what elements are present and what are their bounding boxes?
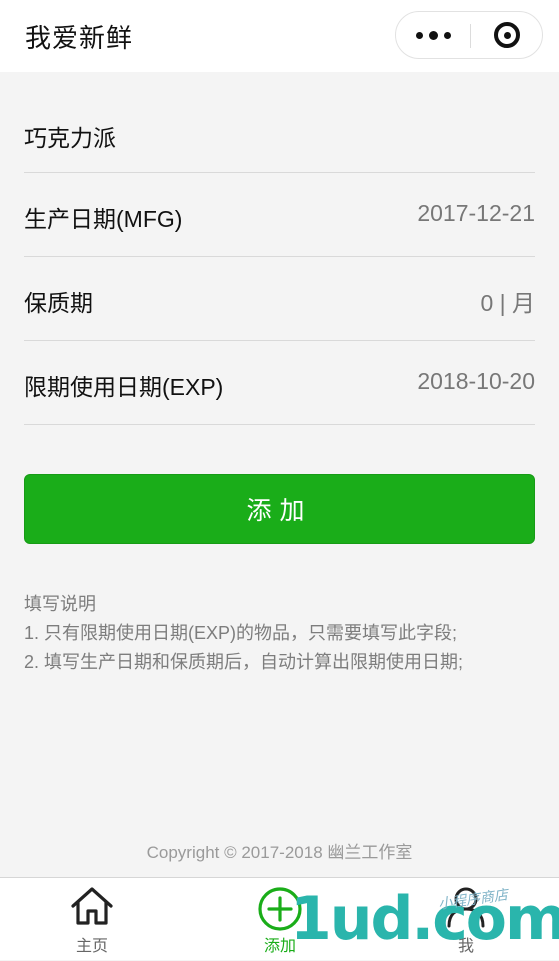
instructions-title: 填写说明 — [24, 594, 96, 614]
target-close-icon[interactable] — [471, 12, 543, 58]
mfg-date-label: 生产日期(MFG) — [24, 206, 183, 232]
mfg-date-picker[interactable]: 2017-12-21 — [417, 200, 535, 227]
mfg-date-row[interactable]: 生产日期(MFG) 2017-12-21 — [24, 173, 535, 257]
navigation-bar: 我爱新鲜 — [0, 0, 559, 72]
copyright-text: Copyright © 2017-2018 幽兰工作室 — [146, 843, 413, 862]
exp-date-label: 限期使用日期(EXP) — [24, 374, 224, 400]
tab-add[interactable]: 添加 — [220, 878, 340, 961]
item-name-input[interactable]: 巧克力派 — [24, 119, 116, 153]
item-name-row[interactable]: 巧克力派 — [24, 92, 535, 173]
shelf-life-label: 保质期 — [24, 290, 93, 316]
tab-home[interactable]: 主页 — [32, 878, 152, 961]
add-button[interactable]: 添加 — [24, 474, 535, 544]
tab-add-label: 添加 — [263, 938, 296, 955]
shelf-life-input[interactable]: 0 | 月 — [480, 284, 535, 318]
exp-date-picker[interactable]: 2018-10-20 — [417, 368, 535, 395]
more-dots-icon[interactable] — [396, 12, 470, 58]
instruction-item: 1. 只有限期使用日期(EXP)的物品，只需要填写此字段; — [24, 623, 458, 643]
add-circle-icon — [258, 887, 302, 931]
item-form: 巧克力派 生产日期(MFG) 2017-12-21 保质期 0 | 月 限期使用… — [0, 92, 559, 425]
user-icon — [447, 887, 485, 928]
shelf-life-row[interactable]: 保质期 0 | 月 — [24, 257, 535, 341]
instructions: 填写说明 1. 只有限期使用日期(EXP)的物品，只需要填写此字段; 2. 填写… — [24, 590, 544, 677]
home-icon — [71, 887, 113, 925]
tab-bar: 主页 添加 我 — [0, 877, 559, 960]
tab-me[interactable]: 我 — [406, 878, 526, 961]
capsule-menu — [395, 11, 543, 59]
tab-me-label: 我 — [457, 938, 474, 955]
tab-home-label: 主页 — [75, 938, 108, 955]
page-title: 我爱新鲜 — [25, 23, 134, 53]
instruction-item: 2. 填写生产日期和保质期后，自动计算出限期使用日期; — [24, 652, 464, 672]
exp-date-row[interactable]: 限期使用日期(EXP) 2018-10-20 — [24, 341, 535, 425]
